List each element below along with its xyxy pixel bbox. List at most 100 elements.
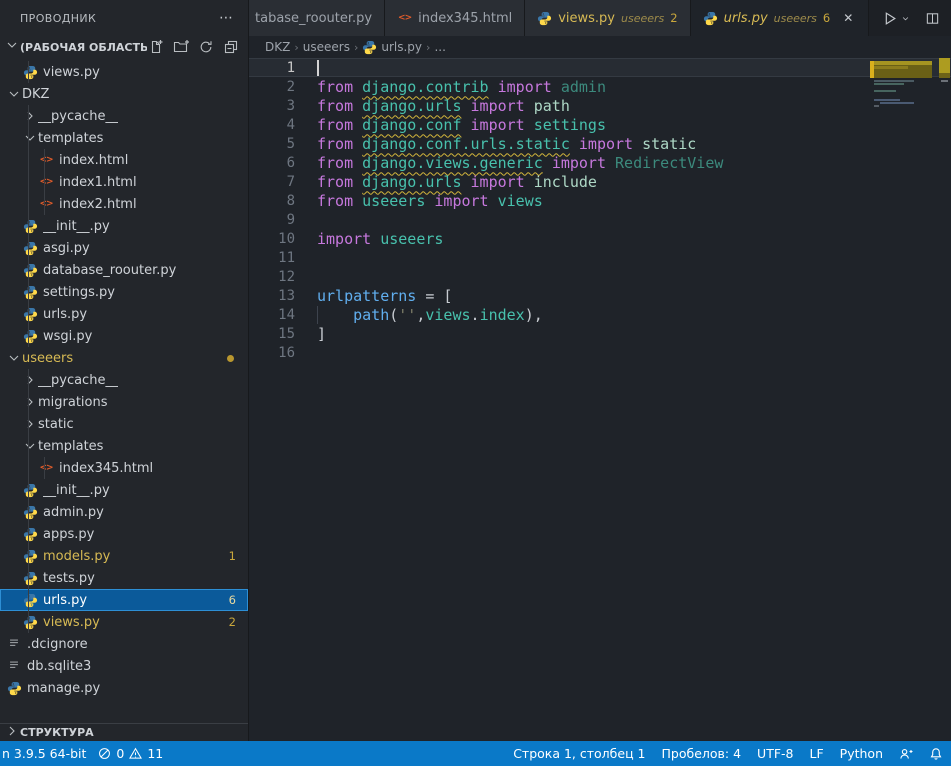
tree-file-views.py[interactable]: views.py2 [0,611,248,633]
tree-item-label: models.py [43,549,110,564]
code-line[interactable]: 15] [249,324,951,343]
explorer-more-actions-icon[interactable]: ⋯ [219,10,234,26]
status-encoding[interactable]: UTF-8 [757,746,793,761]
tree-folder-__pycache__[interactable]: __pycache__ [0,105,248,127]
collapse-all-icon[interactable] [222,38,240,56]
indent-guide [44,457,45,479]
new-folder-icon[interactable] [172,38,190,56]
tree-file-db.sqlite3[interactable]: db.sqlite3 [0,655,248,677]
run-icon [881,10,898,27]
code-line[interactable]: 4from django.conf import settings [249,115,951,134]
tree-file-tests.py[interactable]: tests.py [0,567,248,589]
tree-folder-static[interactable]: static [0,413,248,435]
code-line[interactable]: 5from django.conf.urls.static import sta… [249,134,951,153]
indent-guide [44,171,45,193]
code-line[interactable]: 6from django.views.generic import Redire… [249,153,951,172]
breadcrumb-item[interactable]: useeers [303,40,350,54]
code-line[interactable]: 13urlpatterns = [ [249,286,951,305]
status-notifications[interactable] [929,747,943,761]
outline-section-header[interactable]: СТРУКТУРА [0,723,248,741]
status-label: Пробелов: 4 [662,746,742,761]
status-eol[interactable]: LF [810,746,824,761]
tree-file-wsgi.py[interactable]: wsgi.py [0,325,248,347]
close-icon[interactable]: ✕ [840,10,856,26]
code-line[interactable]: 8from useeers import views [249,191,951,210]
tree-folder-migrations[interactable]: migrations [0,391,248,413]
tree-file-asgi.py[interactable]: asgi.py [0,237,248,259]
code-line[interactable]: 16 [249,343,951,362]
tree-file-settings.py[interactable]: settings.py [0,281,248,303]
code-line[interactable]: 9 [249,210,951,229]
tree-file-urls.py[interactable]: urls.py6 [0,589,248,611]
code-line[interactable]: 2from django.contrib import admin [249,77,951,96]
python-icon [703,11,718,26]
workspace-section-header[interactable]: (РАБОЧАЯ ОБЛАСТЬ) ... [0,36,248,58]
status-feedback[interactable] [899,747,913,761]
tree-folder-templates[interactable]: templates [0,435,248,457]
tree-file-.dcignore[interactable]: .dcignore [0,633,248,655]
breadcrumb-item[interactable]: DKZ [265,40,290,54]
breadcrumb-label: useeers [303,40,350,54]
warning-icon [129,747,142,760]
tree-item-label: __pycache__ [38,373,118,388]
tree-item-label: views.py [43,615,100,630]
run-button[interactable] [881,10,911,27]
tree-folder-DKZ[interactable]: DKZ [0,83,248,105]
tree-folder-__pycache__[interactable]: __pycache__ [0,369,248,391]
tab-tabase_roouter.py[interactable]: tabase_roouter.py [249,0,385,36]
tree-file-index2.html[interactable]: <>index2.html [0,193,248,215]
code-line[interactable]: 1 [249,58,951,77]
tree-file-admin.py[interactable]: admin.py [0,501,248,523]
tree-file-index345.html[interactable]: <>index345.html [0,457,248,479]
code-editor[interactable]: 12from django.contrib import admin3from … [249,58,951,741]
code-line[interactable]: 14 path('',views.index), [249,305,951,324]
tree-file-views.py[interactable]: views.py [0,61,248,83]
python-icon [22,570,38,586]
tab-views.py[interactable]: views.pyuseeers2 [525,0,690,36]
python-icon [22,526,38,542]
status-label: n 3.9.5 64-bit [2,746,86,761]
tab-problem-badge: 2 [670,11,677,25]
code-line[interactable]: 10import useeers [249,229,951,248]
status-label: Строка 1, столбец 1 [513,746,645,761]
tree-file-index1.html[interactable]: <>index1.html [0,171,248,193]
tree-file-__init__.py[interactable]: __init__.py [0,215,248,237]
tab-index345.html[interactable]: <>index345.html [385,0,525,36]
tab-urls.py[interactable]: urls.pyuseeers6✕ [691,0,870,36]
tab-label: views.py [558,11,615,26]
overview-ruler[interactable] [938,58,951,741]
code-line[interactable]: 3from django.urls import path [249,96,951,115]
python-icon [22,614,38,630]
tree-file-database_roouter.py[interactable]: database_roouter.py [0,259,248,281]
status-cursor-position[interactable]: Строка 1, столбец 1 [513,746,645,761]
indent-guide [28,435,29,457]
breadcrumb-item[interactable]: ... [434,40,445,54]
breadcrumb-item[interactable]: urls.py [362,40,422,55]
tree-file-__init__.py[interactable]: __init__.py [0,479,248,501]
line-content: import useeers [317,230,443,248]
status-problems[interactable]: 011 [98,746,163,761]
status-label: 11 [147,746,163,761]
minimap[interactable] [870,58,938,741]
indent-guide [28,611,29,633]
tree-file-manage.py[interactable]: manage.py [0,677,248,699]
indent-guide [28,303,29,325]
status-python-interpreter[interactable]: n 3.9.5 64-bit [2,746,86,761]
refresh-icon[interactable] [197,38,215,56]
status-language-mode[interactable]: Python [840,746,883,761]
status-indentation[interactable]: Пробелов: 4 [662,746,742,761]
split-editor-icon[interactable] [925,11,940,26]
tree-item-label: .dcignore [27,637,88,652]
problem-count-badge: 6 [229,593,236,607]
tree-file-index.html[interactable]: <>index.html [0,149,248,171]
code-line[interactable]: 12 [249,267,951,286]
chevron-down-icon [4,37,20,53]
code-line[interactable]: 11 [249,248,951,267]
code-line[interactable]: 7from django.urls import include [249,172,951,191]
tree-file-apps.py[interactable]: apps.py [0,523,248,545]
tree-file-models.py[interactable]: models.py1 [0,545,248,567]
tree-file-urls.py[interactable]: urls.py [0,303,248,325]
tree-folder-templates[interactable]: templates [0,127,248,149]
tree-folder-useeers[interactable]: useeers [0,347,248,369]
new-file-icon[interactable] [147,38,165,56]
